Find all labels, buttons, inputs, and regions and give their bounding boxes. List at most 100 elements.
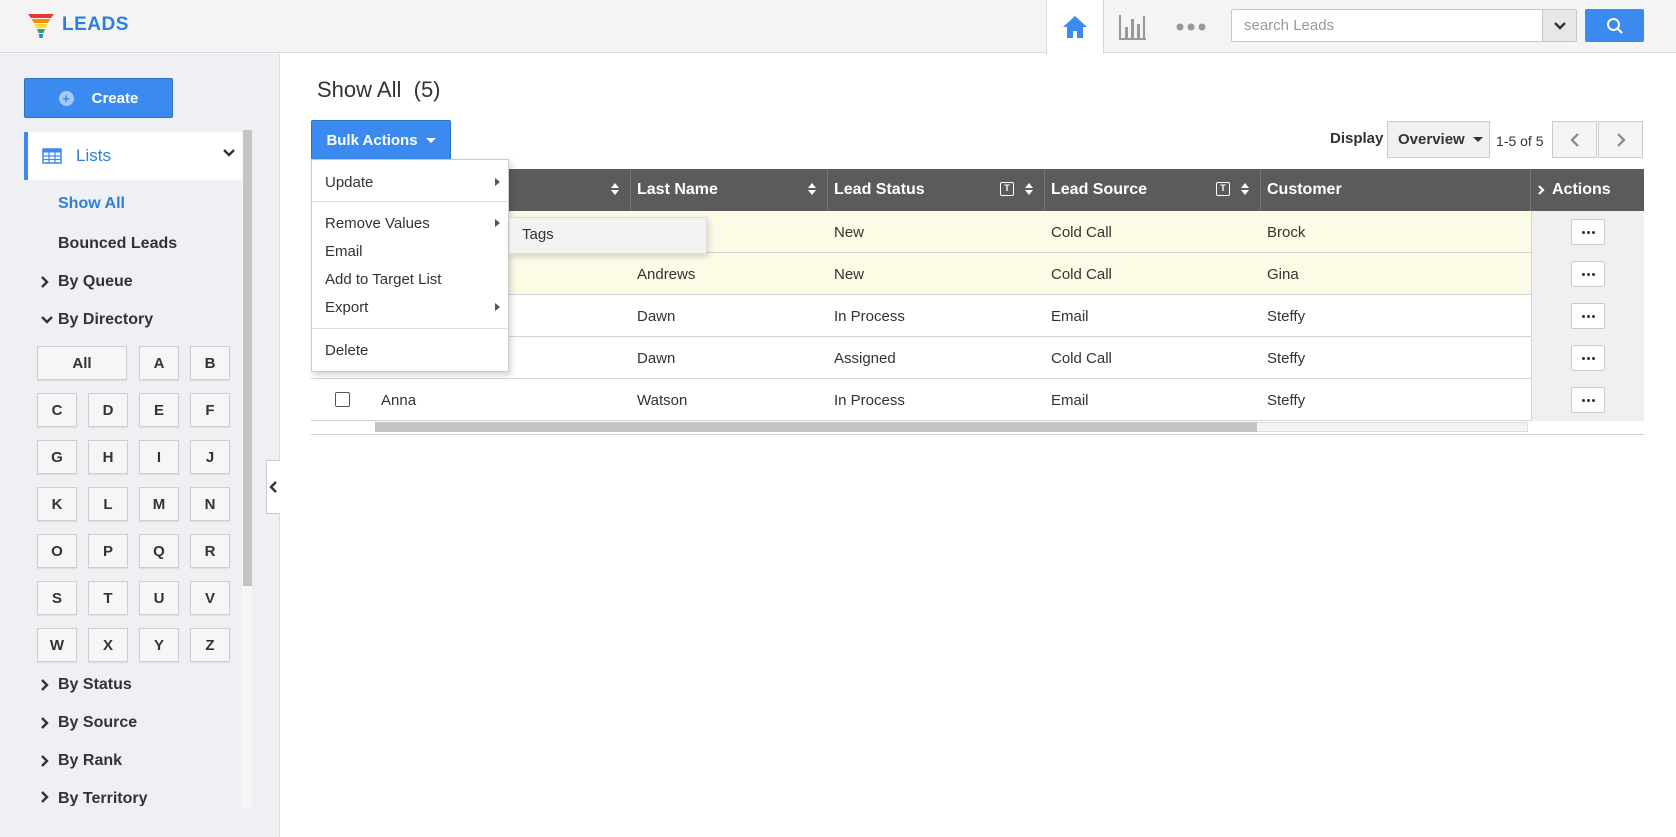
chevron-right-icon xyxy=(40,790,58,804)
directory-letter-button[interactable]: H xyxy=(88,440,128,474)
cell-actions xyxy=(1531,337,1644,379)
menu-item-update[interactable]: Update xyxy=(325,174,373,191)
funnel-logo-icon xyxy=(28,14,54,38)
directory-letter-button[interactable]: U xyxy=(139,581,179,615)
menu-item-remove-values[interactable]: Remove Values xyxy=(325,215,430,232)
row-actions-button[interactable] xyxy=(1571,303,1605,329)
bar-chart-icon xyxy=(1119,14,1146,40)
reports-button[interactable] xyxy=(1104,0,1162,53)
chevron-right-icon xyxy=(1616,132,1626,147)
ellipsis-icon xyxy=(1591,272,1595,276)
table-row[interactable]: Dawn Assigned Cold Call Steffy xyxy=(311,337,1644,379)
directory-letter-button[interactable]: W xyxy=(37,628,77,662)
home-button[interactable] xyxy=(1046,0,1104,54)
remove-values-submenu: Tags xyxy=(509,217,707,254)
chevron-right-icon xyxy=(40,678,58,692)
nav-bounced-leads[interactable]: Bounced Leads xyxy=(58,235,177,253)
directory-letter-button[interactable]: E xyxy=(139,393,179,427)
cell-lead-status: New xyxy=(834,265,865,283)
directory-letter-button[interactable]: Y xyxy=(139,628,179,662)
bulk-actions-button[interactable]: Bulk Actions xyxy=(311,120,451,160)
menu-item-email[interactable]: Email xyxy=(325,243,363,260)
directory-letter-button[interactable]: L xyxy=(88,487,128,521)
row-checkbox[interactable] xyxy=(335,392,350,407)
directory-letter-button[interactable]: O xyxy=(37,534,77,568)
group-by-queue[interactable]: By Queue xyxy=(40,273,133,291)
ellipsis-icon xyxy=(1581,230,1585,234)
display-select[interactable]: Overview xyxy=(1387,121,1490,158)
directory-letter-button[interactable]: Z xyxy=(190,628,230,662)
submenu-arrow-icon xyxy=(495,219,500,227)
ellipsis-icon xyxy=(1581,356,1585,360)
menu-item-export[interactable]: Export xyxy=(325,299,368,316)
directory-letter-button[interactable]: N xyxy=(190,487,230,521)
collapse-sidebar-button[interactable] xyxy=(266,460,280,514)
page-title-text: Show All xyxy=(317,77,402,102)
search-button[interactable] xyxy=(1585,9,1644,42)
filter-icon[interactable]: T xyxy=(1216,182,1230,196)
app-logo[interactable]: LEADS xyxy=(26,10,129,40)
row-actions-button[interactable] xyxy=(1571,261,1605,287)
directory-letter-button[interactable]: G xyxy=(37,440,77,474)
sidebar-scrollbar-thumb[interactable] xyxy=(243,130,252,586)
more-button[interactable] xyxy=(1162,0,1220,53)
column-header-lead-source[interactable]: Lead Source T xyxy=(1045,169,1261,211)
column-header-last-name[interactable]: Last Name xyxy=(631,169,828,211)
directory-letter-button[interactable]: M xyxy=(139,487,179,521)
lists-label: Lists xyxy=(76,146,111,165)
table-row[interactable]: Andrews New Cold Call Gina xyxy=(311,253,1644,295)
sidebar: + Create Lists Show All Bounced Leads By… xyxy=(0,54,280,837)
search-input[interactable] xyxy=(1232,10,1543,41)
lists-header[interactable]: Lists xyxy=(24,132,242,180)
menu-item-delete[interactable]: Delete xyxy=(325,342,368,359)
directory-letter-button[interactable]: X xyxy=(88,628,128,662)
table-row[interactable]: Dawn In Process Email Steffy xyxy=(311,295,1644,337)
row-actions-button[interactable] xyxy=(1571,387,1605,413)
directory-letter-button[interactable]: All xyxy=(37,346,127,380)
table-scrollbar-thumb[interactable] xyxy=(375,422,1257,432)
column-header-customer[interactable]: Customer xyxy=(1261,169,1531,211)
bulk-actions-menu: Update Remove Values Email Add to Target… xyxy=(311,159,509,372)
directory-letter-button[interactable]: A xyxy=(139,346,179,380)
directory-letter-button[interactable]: P xyxy=(88,534,128,568)
directory-letter-button[interactable]: F xyxy=(190,393,230,427)
ellipsis-icon xyxy=(1586,398,1590,402)
directory-letter-button[interactable]: B xyxy=(190,346,230,380)
create-button[interactable]: + Create xyxy=(24,78,173,118)
row-actions-button[interactable] xyxy=(1571,219,1605,245)
directory-letter-button[interactable]: C xyxy=(37,393,77,427)
group-by-directory[interactable]: By Directory xyxy=(40,311,153,329)
group-by-source[interactable]: By Source xyxy=(40,714,137,732)
directory-letter-button[interactable]: J xyxy=(190,440,230,474)
directory-letter-button[interactable]: V xyxy=(190,581,230,615)
ellipsis-icon xyxy=(1581,398,1585,402)
directory-letter-button[interactable]: D xyxy=(88,393,128,427)
directory-letter-button[interactable]: T xyxy=(88,581,128,615)
ellipsis-icon xyxy=(1586,356,1590,360)
ellipsis-icon xyxy=(1591,398,1595,402)
directory-letter-button[interactable]: K xyxy=(37,487,77,521)
cell-actions xyxy=(1531,211,1644,253)
next-page-button[interactable] xyxy=(1598,121,1643,158)
group-by-territory[interactable]: By Territory xyxy=(40,790,148,806)
submenu-item-tags[interactable]: Tags xyxy=(522,226,554,243)
nav-show-all[interactable]: Show All xyxy=(58,195,125,213)
column-header-lead-status[interactable]: Lead Status T xyxy=(828,169,1045,211)
row-actions-button[interactable] xyxy=(1571,345,1605,371)
search-filter-dropdown[interactable] xyxy=(1542,10,1576,41)
group-label: By Directory xyxy=(58,311,154,328)
directory-letter-button[interactable]: R xyxy=(190,534,230,568)
directory-letter-button[interactable]: I xyxy=(139,440,179,474)
column-header-actions[interactable]: Actions xyxy=(1531,169,1644,211)
table-row[interactable]: Anna Watson In Process Email Steffy xyxy=(311,379,1644,421)
group-by-status[interactable]: By Status xyxy=(40,676,132,694)
directory-letter-button[interactable]: S xyxy=(37,581,77,615)
cell-lead-status: New xyxy=(834,223,865,241)
group-by-rank[interactable]: By Rank xyxy=(40,752,122,770)
cell-customer: Steffy xyxy=(1267,391,1306,409)
directory-letter-button[interactable]: Q xyxy=(139,534,179,568)
display-value: Overview xyxy=(1398,131,1465,148)
menu-item-add-to-target-list[interactable]: Add to Target List xyxy=(325,271,441,288)
filter-icon[interactable]: T xyxy=(1000,182,1014,196)
prev-page-button[interactable] xyxy=(1552,121,1597,158)
